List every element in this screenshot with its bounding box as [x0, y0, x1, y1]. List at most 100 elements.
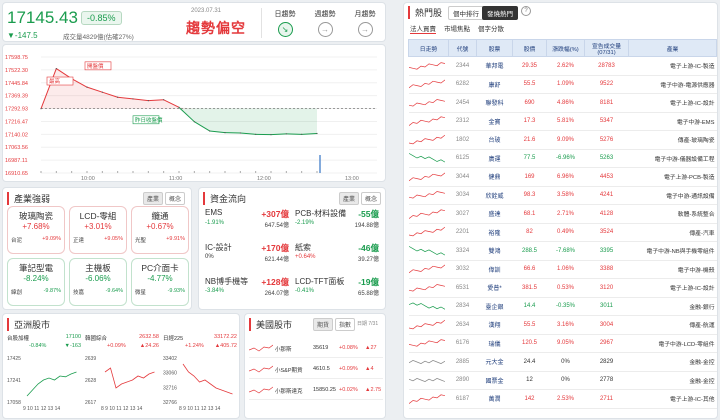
us-market-row[interactable]: 小那斯 35619 +0.08% ▲27: [249, 340, 383, 358]
column-header[interactable]: 漲跌幅(%): [546, 39, 585, 57]
tab-concept[interactable]: 概念: [165, 192, 186, 205]
stock-name[interactable]: 盛達: [476, 204, 513, 224]
tab-sector[interactable]: 產業: [339, 192, 360, 205]
table-row[interactable]: 1802 台玻 21.6 9.09% 5276 傳產-玻璃陶瓷: [408, 130, 717, 150]
stock-name[interactable]: 偉訓: [476, 260, 513, 279]
weekly-trend-button[interactable]: 週趨勢 →: [305, 9, 345, 37]
table-row[interactable]: 6282 康舒 55.5 1.09% 9522 電子中游-電源供應器: [408, 75, 717, 94]
sector-tile[interactable]: PC介面卡 -4.77% 微星 -9.93%: [131, 258, 189, 306]
sparkline-icon: [408, 134, 445, 145]
stock-volume: 2778: [584, 371, 629, 390]
stock-name[interactable]: 聯發科: [476, 93, 513, 113]
sparkline-icon: [408, 227, 445, 237]
market-pct: +1.24%: [185, 343, 204, 349]
table-row[interactable]: 2454 聯發科 690 4.86% 8181 電子上游-IC-設計: [408, 93, 717, 113]
stock-name[interactable]: 漢翔: [476, 315, 513, 335]
y-tick-label: 17445.84: [5, 81, 28, 87]
stock-price: 55.5: [512, 75, 547, 94]
stock-name[interactable]: 欣銓威: [476, 186, 513, 205]
subtab-institutional[interactable]: 法人買賣: [410, 23, 436, 34]
stock-code: 2890: [448, 371, 477, 390]
subtab-dispersion[interactable]: 個字分散: [478, 23, 504, 33]
sector-tile[interactable]: LCD-零組 +3.01% 正達 +9.05%: [69, 206, 127, 254]
sector-tile[interactable]: 玻璃陶瓷 +7.68% 台泥 +9.09%: [7, 206, 65, 254]
sector-tile[interactable]: 纜通 +0.67% 光聖 +9.91%: [131, 206, 189, 254]
stock-volume: 28783: [584, 56, 629, 76]
us-market-pct: +0.02%: [339, 387, 358, 393]
tab-ranking[interactable]: 個中排行: [448, 6, 484, 20]
column-header[interactable]: 股價: [512, 39, 547, 57]
y-tick-label: 32766: [163, 400, 177, 406]
us-market-change: ▲27: [365, 345, 377, 351]
table-row[interactable]: 3032 偉訓 66.6 1.06% 3388 電子中游-機殼: [408, 260, 717, 279]
stock-name[interactable]: 金寶: [476, 112, 513, 131]
column-header[interactable]: 日走勢: [408, 39, 449, 57]
top-stock-change: +9.09%: [42, 236, 61, 242]
x-tick-labels: 8 9 10 11 12 13 14: [101, 406, 143, 412]
table-row[interactable]: 6176 瑞儀 120.5 9.05% 2967 電子中游-LCD-零組件: [408, 334, 717, 353]
y-tick-label: 17292.93: [5, 107, 28, 113]
help-icon[interactable]: ?: [521, 6, 531, 16]
table-row[interactable]: 3044 健鼎 169 6.96% 4453 電子上游-PCB-製造: [408, 167, 717, 187]
stock-price: 17.3: [512, 112, 547, 131]
table-row[interactable]: 2312 金寶 17.3 5.81% 5347 電子中游-EMS: [408, 112, 717, 131]
table-row[interactable]: 3324 雙鴻 288.5 -7.68% 3395 電子中游-NB與手機零組件: [408, 241, 717, 261]
stock-name[interactable]: 健鼎: [476, 167, 513, 187]
table-row[interactable]: 2634 漢翔 55.5 3.16% 3004 傳產-航運: [408, 315, 717, 335]
sector-tile[interactable]: 主機板 -6.06% 技嘉 -9.64%: [69, 258, 127, 306]
us-market-row[interactable]: 小那斯達克 15850.25 +0.02% ▲2.75: [249, 382, 383, 400]
stock-name[interactable]: 廣運: [476, 149, 513, 168]
stock-name[interactable]: 臺企銀: [476, 297, 513, 316]
data-point: [270, 134, 272, 136]
table-row[interactable]: 6531 愛普* 381.5 0.53% 3120 電子上游-IC-設計: [408, 278, 717, 298]
intraday-chart[interactable]: 17598.75 17522.30 17445.84 17369.39 17292.93…: [2, 44, 386, 182]
top-stock-name: 台泥: [11, 238, 23, 244]
column-header[interactable]: 產業: [628, 39, 717, 57]
market-mini-chart[interactable]: 日經225 33172.22 +1.24% ▲405.72 33402 33060 3271…: [163, 334, 237, 416]
stock-name[interactable]: 華邦電: [476, 56, 513, 76]
column-header[interactable]: 代號: [448, 39, 477, 57]
trade-volume: 成交量4829億(估確27%): [63, 34, 134, 41]
chart-label-open: 開盤價: [84, 61, 112, 71]
stock-name[interactable]: 裕隆: [476, 223, 513, 242]
tab-concept[interactable]: 概念: [361, 192, 382, 205]
stock-name[interactable]: 瑞儀: [476, 334, 513, 353]
stock-name[interactable]: 雙鴻: [476, 241, 513, 261]
stock-code: 6531: [448, 278, 477, 298]
tab-index[interactable]: 指數: [335, 318, 356, 331]
table-row[interactable]: 6125 廣運 77.5 -6.96% 5263 電子中游-儀器設備工程: [408, 149, 717, 168]
sector-tile[interactable]: 筆記型電 -8.24% 緯創 -9.87%: [7, 258, 65, 306]
us-market-row[interactable]: 小S&P期貨 4610.5 +0.09% ▲4: [249, 361, 383, 379]
table-row[interactable]: 3027 盛達 68.1 2.71% 4128 軟體-系統整合: [408, 204, 717, 224]
tab-sector[interactable]: 產業: [143, 192, 164, 205]
top-stock-name: 緯創: [11, 290, 23, 296]
table-row[interactable]: 2890 國票金 12 0% 2778 金融-金控: [408, 371, 717, 390]
table-row[interactable]: 6187 萬潤 142 2.53% 2711 電子上游-IC-其他: [408, 389, 717, 409]
daily-trend-button[interactable]: 日趨勢 ↘: [265, 9, 305, 37]
stock-name[interactable]: 國票金: [476, 371, 513, 390]
stock-name[interactable]: 愛普*: [476, 278, 513, 298]
subtab-focus[interactable]: 市場焦點: [444, 23, 470, 33]
stock-name[interactable]: 台玻: [476, 130, 513, 150]
market-change: ▼-163: [64, 343, 81, 349]
stock-name[interactable]: 元大金: [476, 352, 513, 372]
stock-volume: 3120: [584, 278, 629, 298]
stock-price: 82: [512, 223, 547, 242]
sparkline-cell: [408, 389, 449, 409]
stock-name[interactable]: 萬潤: [476, 389, 513, 409]
table-row[interactable]: 2201 裕隆 82 0.49% 3524 傳產-汽車: [408, 223, 717, 242]
fund-flow-panel: 資金流向 產業 概念 EMS +307億 -1.91% 647.54億 PCB-材料設備 -…: [198, 187, 386, 310]
stock-name[interactable]: 康舒: [476, 75, 513, 94]
table-row[interactable]: 2885 元大金 24.4 0% 2829 金融-金控: [408, 352, 717, 372]
table-row[interactable]: 2834 臺企銀 14.4 -0.35% 3011 金融-銀行: [408, 297, 717, 316]
tab-hot[interactable]: 發燒熱門: [482, 6, 518, 20]
table-row[interactable]: 2344 華邦電 29.35 2.62% 28783 電子上游-IC-製造: [408, 56, 717, 76]
stock-code: 1802: [448, 130, 477, 150]
monthly-trend-button[interactable]: 月趨勢 →: [345, 9, 385, 37]
market-mini-chart[interactable]: 台股加權 17100 -0.84% ▼-163 17425 17241 17058 9 10 …: [7, 334, 81, 416]
tab-futures[interactable]: 期貨: [313, 318, 334, 331]
market-mini-chart[interactable]: 韓國綜合 2632.58 +0.09% ▲24.26 2639 2628 2617 8 9 1…: [85, 334, 159, 416]
column-header[interactable]: 宣告成交量 (07/31): [584, 39, 629, 57]
column-header[interactable]: 股票: [476, 39, 513, 57]
table-row[interactable]: 3034 欣銓威 98.3 3.58% 4241 電子中游-通訊設備: [408, 186, 717, 205]
